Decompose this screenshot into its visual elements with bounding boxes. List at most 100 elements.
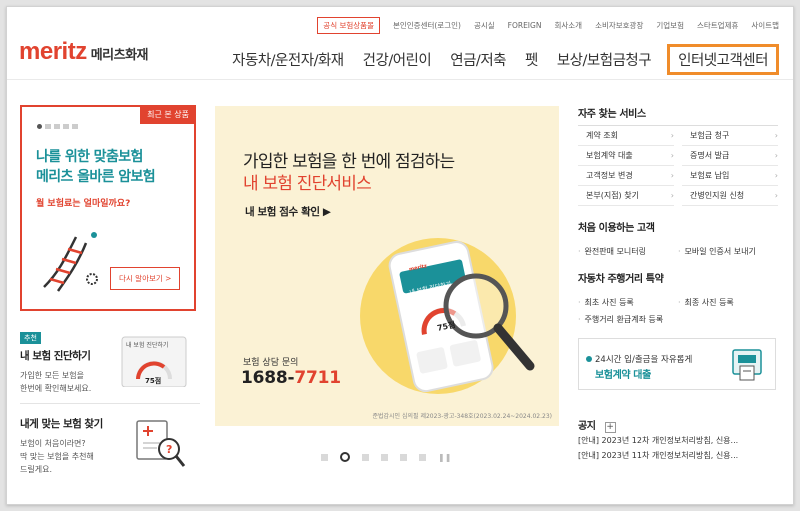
service-customer-info[interactable]: 고객정보 변경 ›	[578, 166, 674, 186]
service-label: 보험계약 대출	[586, 151, 633, 160]
services-grid: 계약 조회 › 보험금 청구 › 보험계약 대출 › 증명서 발급 › 고객정보 변경 ›…	[578, 125, 778, 206]
chevron-right-icon: ›	[774, 131, 778, 140]
service-loan[interactable]: 보험계약 대출 ›	[578, 146, 674, 166]
service-caregiver[interactable]: 간병인지원 신청 ›	[682, 186, 778, 206]
banner-pager: ❚❚	[315, 452, 451, 462]
dna-icon	[43, 232, 98, 292]
nav-item-claims[interactable]: 보상/보험금청구	[557, 49, 652, 70]
pager-dot[interactable]	[54, 124, 60, 129]
util-link-startup[interactable]: 스타트업제휴	[697, 20, 738, 31]
pager-dot[interactable]	[72, 124, 78, 129]
util-link-sitemap[interactable]: 사이트맵	[751, 20, 779, 31]
nav-item-customer-center[interactable]: 인터넷고객센터	[667, 44, 779, 75]
util-link-disclosure[interactable]: 공시실	[474, 20, 495, 31]
side-divider	[20, 403, 200, 404]
chevron-right-icon: ›	[670, 131, 674, 140]
pager-dot[interactable]	[45, 124, 51, 129]
svg-text:?: ?	[166, 443, 172, 456]
diagnosis-card-score: 75점	[145, 377, 162, 385]
phone-prefix: 1688-	[241, 368, 295, 388]
banner-title-highlight: 내 보험 진단서비스	[243, 174, 372, 194]
link-first-photo[interactable]: 최초 사진 등록	[578, 297, 678, 308]
nav-item-health[interactable]: 건강/어린이	[363, 49, 432, 70]
chevron-right-icon: ›	[774, 191, 778, 200]
atm-icon	[732, 349, 762, 381]
link-mobile-cert[interactable]: 모바일 인증서 보내기	[678, 246, 778, 257]
nav-item-pet[interactable]: 펫	[525, 49, 538, 70]
recent-title-line1: 나를 위한 맞춤보험	[36, 149, 143, 165]
util-link-about[interactable]: 회사소개	[554, 20, 582, 31]
util-link-consumer[interactable]: 소비자보호광장	[595, 20, 643, 31]
mileage-links: 최초 사진 등록 최종 사진 등록 주행거리 환급계좌 등록	[578, 294, 778, 328]
chevron-right-icon: ›	[670, 151, 674, 160]
notice-title: 공지	[578, 421, 596, 432]
logo[interactable]: meritz 메리츠화재	[19, 38, 149, 66]
diagnosis-card-label: 내 보험 진단하기	[126, 342, 169, 349]
services-title: 자주 찾는 서비스	[578, 109, 646, 120]
service-label: 보험금 청구	[690, 131, 730, 140]
chevron-right-icon: ›	[670, 191, 674, 200]
util-link-foreign[interactable]: FOREIGN	[508, 21, 542, 30]
recent-pager	[37, 124, 81, 129]
pager-dot[interactable]	[63, 124, 69, 129]
util-link-auth[interactable]: 본인인증센터(로그인)	[393, 20, 461, 31]
recent-product-tag: 최근 본 상품	[140, 105, 196, 124]
teal-dot-icon	[586, 356, 592, 362]
banner-dot[interactable]	[362, 453, 369, 461]
check-score-link[interactable]: 내 보험 점수 확인 ▶	[245, 204, 331, 219]
learn-again-button[interactable]: 다시 알아보기 >	[110, 267, 181, 290]
utility-nav: 공식 보험상품몰 본인인증센터(로그인) 공시실 FOREIGN 회사소개 소비…	[317, 17, 779, 34]
util-link-shop[interactable]: 공식 보험상품몰	[317, 17, 380, 34]
service-label: 계약 조회	[586, 131, 618, 140]
util-link-corporate[interactable]: 기업보험	[656, 20, 684, 31]
loan-line1: 24시간 입/출금을 자유롭게	[595, 355, 693, 365]
nav-item-auto[interactable]: 자동차/운전자/화재	[232, 49, 344, 70]
notice-item[interactable]: [안내] 2023년 11차 개인정보처리방침, 신용...	[578, 448, 778, 463]
link-sales-monitoring[interactable]: 완전판매 모니터링	[578, 246, 678, 257]
chevron-right-icon: ›	[774, 151, 778, 160]
consult-phone[interactable]: 1688-7711	[241, 368, 341, 388]
document-search-icon: ?	[136, 420, 186, 467]
banner-dot-active[interactable]	[340, 452, 350, 462]
loan-promo-box[interactable]: 24시간 입/출금을 자유롭게 보험계약 대출	[578, 338, 776, 390]
recent-product-title: 나를 위한 맞춤보험 메리츠 올바른 암보험	[36, 147, 156, 187]
banner-dot[interactable]	[419, 453, 426, 461]
notice-item[interactable]: [안내] 2023년 12차 개인정보처리방침, 신용...	[578, 433, 778, 448]
mileage-title: 자동차 주행거리 특약	[578, 274, 664, 285]
service-label: 간병인지원 신청	[690, 191, 745, 200]
logo-korean: 메리츠화재	[90, 48, 149, 63]
recent-title-line2: 메리츠 올바른 암보험	[36, 169, 156, 185]
banner-dot[interactable]	[381, 453, 388, 461]
service-claim[interactable]: 보험금 청구 ›	[682, 126, 778, 146]
main-banner[interactable]: 가입한 보험을 한 번에 점검하는 내 보험 진단서비스 내 보험 점수 확인 …	[215, 106, 559, 426]
recommend-badge: 추천	[20, 332, 41, 344]
nav-item-pension[interactable]: 연금/저축	[450, 49, 506, 70]
chevron-right-icon: ›	[670, 171, 674, 180]
loan-line2: 보험계약 대출	[595, 370, 651, 381]
first-time-links: 완전판매 모니터링 모바일 인증서 보내기	[578, 243, 778, 260]
notice-list: [안내] 2023년 12차 개인정보처리방침, 신용... [안내] 2023…	[578, 433, 778, 463]
compliance-note: 준법감시인 심의필 제2023-광고-348호(2023.02.24~2024.…	[372, 413, 552, 420]
link-refund-account[interactable]: 주행거리 환급계좌 등록	[578, 314, 778, 325]
notice-more-icon[interactable]: +	[604, 422, 616, 433]
first-time-title: 처음 이용하는 고객	[578, 223, 655, 234]
service-premium-payment[interactable]: 보험료 납입 ›	[682, 166, 778, 186]
service-label: 증명서 발급	[690, 151, 730, 160]
service-certificate[interactable]: 증명서 발급 ›	[682, 146, 778, 166]
phone-suffix: 7711	[294, 368, 341, 388]
logo-wordmark: meritz	[19, 38, 87, 65]
pause-icon[interactable]: ❚❚	[438, 453, 451, 462]
service-label: 본부(지점) 찾기	[586, 191, 639, 200]
banner-dot[interactable]	[400, 453, 407, 461]
service-contract-inquiry[interactable]: 계약 조회 ›	[578, 126, 674, 146]
service-branch-finder[interactable]: 본부(지점) 찾기 ›	[578, 186, 674, 206]
header-divider	[7, 79, 793, 80]
chevron-right-icon: ›	[774, 171, 778, 180]
recent-product-card[interactable]: 최근 본 상품 나를 위한 맞춤보험 메리츠 올바른 암보험 월 보험료는 얼마…	[20, 105, 196, 311]
recent-product-subtitle: 월 보험료는 얼마일까요?	[36, 199, 131, 209]
link-final-photo[interactable]: 최종 사진 등록	[678, 297, 778, 308]
service-label: 고객정보 변경	[586, 171, 633, 180]
pager-dot-active[interactable]	[37, 124, 42, 129]
banner-dot[interactable]	[321, 453, 328, 461]
notice-header: 공지 +	[578, 414, 778, 433]
